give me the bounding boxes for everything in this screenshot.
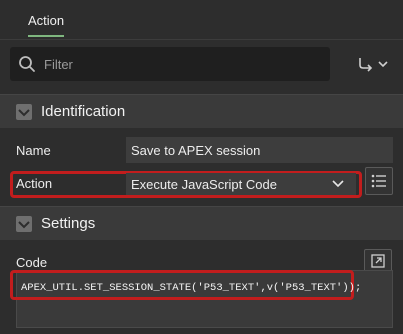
chevron-down-icon: [332, 180, 344, 188]
search-box[interactable]: [10, 47, 330, 81]
goto-component-button[interactable]: [352, 51, 392, 77]
code-label: Code: [16, 255, 48, 270]
tab-bar: Action: [0, 0, 403, 40]
toolbar: [0, 41, 403, 89]
identification-collapse-button[interactable]: [16, 103, 32, 120]
settings-section-header: Settings: [0, 206, 403, 240]
action-label: Action: [16, 176, 53, 191]
identification-section-title: Identification: [41, 103, 126, 120]
name-label: Name: [16, 143, 51, 158]
search-icon: [19, 56, 35, 72]
action-select-value: Execute JavaScript Code: [131, 176, 277, 192]
list-icon: [371, 174, 386, 188]
list-of-values-button[interactable]: [365, 167, 393, 195]
settings-collapse-button[interactable]: [16, 215, 32, 232]
tab-action[interactable]: Action: [18, 0, 74, 40]
tab-action-label: Action: [28, 12, 65, 28]
chevron-down-icon: [377, 61, 388, 68]
collapse-icon: [18, 108, 30, 116]
collapse-icon: [18, 220, 30, 228]
action-select[interactable]: Execute JavaScript Code: [126, 173, 356, 195]
settings-section-title: Settings: [41, 215, 96, 232]
goto-icon: [358, 58, 372, 72]
expand-icon: [371, 254, 385, 268]
identification-section-header: Identification: [0, 94, 403, 128]
name-value: Save to APEX session: [131, 142, 261, 158]
code-value: APEX_UTIL.SET_SESSION_STATE('P53_TEXT',v…: [21, 282, 362, 294]
name-field[interactable]: Save to APEX session: [126, 137, 393, 163]
search-input[interactable]: [44, 56, 314, 72]
